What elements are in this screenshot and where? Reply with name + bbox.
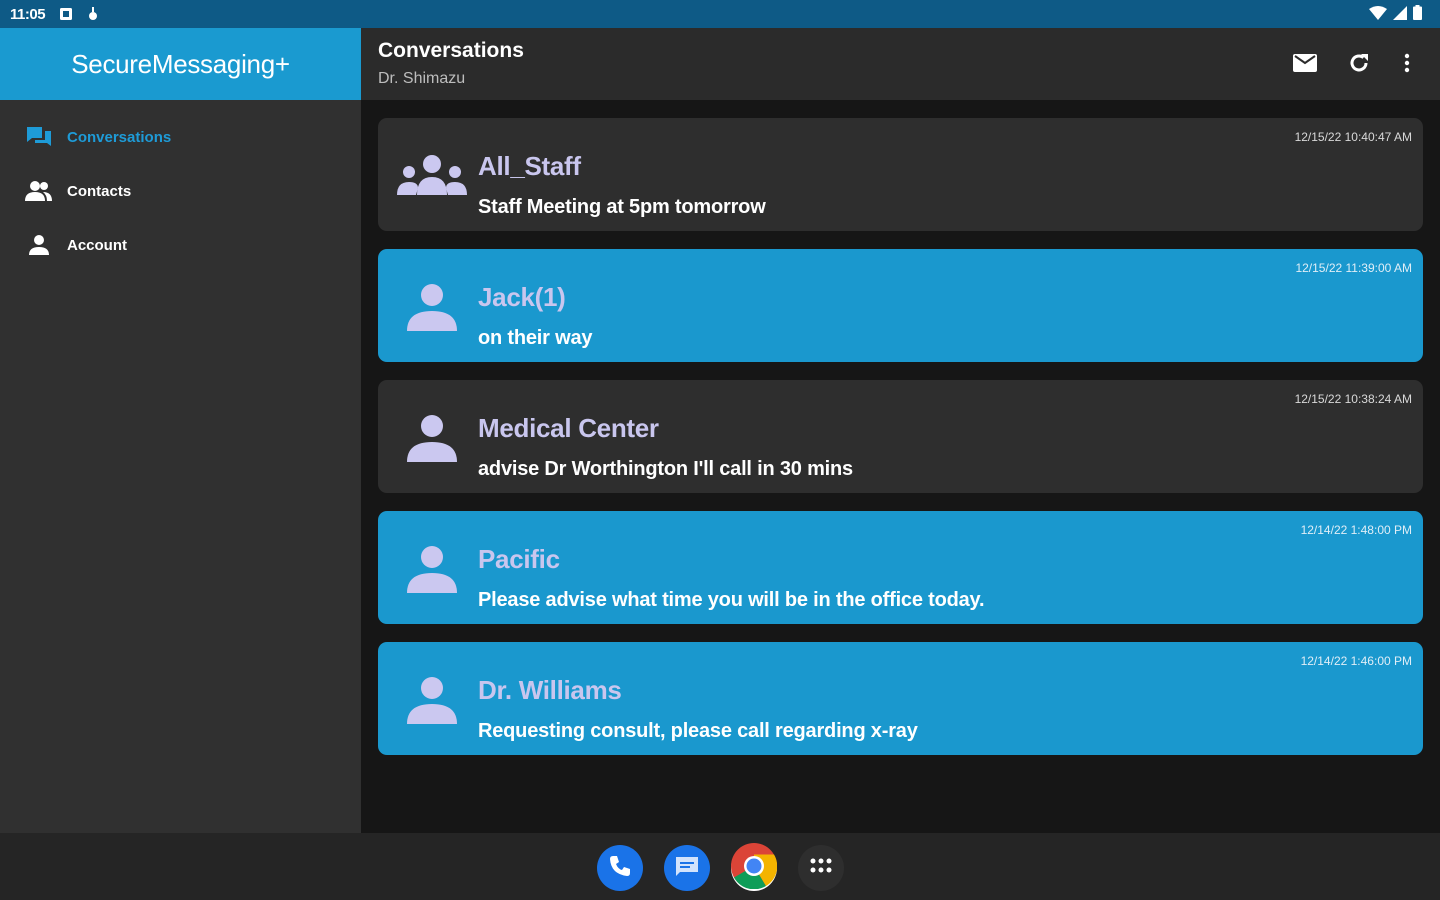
conversation-preview: Please advise what time you will be in t… <box>478 589 985 611</box>
contacts-icon <box>25 177 53 205</box>
sidebar-item-account[interactable]: Account <box>0 218 361 272</box>
conversation-timestamp: 12/15/22 10:38:24 AM <box>1294 392 1412 406</box>
phone-icon <box>608 854 632 883</box>
system-taskbar <box>0 833 1440 900</box>
conversation-name: Jack(1) <box>478 282 566 312</box>
app-drawer-button[interactable] <box>798 845 844 891</box>
chat-icon <box>25 123 53 151</box>
refresh-button[interactable] <box>1344 50 1374 80</box>
page-subtitle: Dr. Shimazu <box>378 70 466 87</box>
signal-icon <box>1393 5 1407 24</box>
more-vert-icon <box>1404 53 1410 78</box>
refresh-icon <box>1348 52 1370 79</box>
messages-app-button[interactable] <box>664 845 710 891</box>
conversation-preview: on their way <box>478 327 593 349</box>
messages-icon <box>674 854 700 883</box>
person-avatar-icon <box>396 410 468 466</box>
conversation-preview: advise Dr Worthington I'll call in 30 mi… <box>478 458 853 480</box>
person-avatar-icon <box>396 541 468 597</box>
conversation-timestamp: 12/14/22 1:48:00 PM <box>1300 523 1412 537</box>
status-time: 11:05 <box>10 6 46 23</box>
conversation-item-all-staff[interactable]: 12/15/22 10:40:47 AM All_Staff Staff Mee… <box>378 118 1423 231</box>
person-icon <box>25 231 53 259</box>
conversation-item-pacific[interactable]: 12/14/22 1:48:00 PM Pacific Please advis… <box>378 511 1423 624</box>
app-drawer-icon <box>810 858 832 879</box>
conversation-item-dr-williams[interactable]: 12/14/22 1:46:00 PM Dr. Williams Request… <box>378 642 1423 755</box>
app-title: SecureMessaging+ <box>71 48 290 79</box>
nav-list: Conversations Contacts Account <box>0 100 361 272</box>
app-bar: Conversations Dr. Shimazu <box>361 28 1440 100</box>
conversation-timestamp: 12/15/22 10:40:47 AM <box>1294 130 1412 144</box>
conversation-preview: Requesting consult, please call regardin… <box>478 720 918 742</box>
app-header: SecureMessaging+ <box>0 28 361 100</box>
sidebar-item-label: Conversations <box>67 128 172 146</box>
chrome-icon <box>731 842 778 894</box>
debug-icon <box>87 7 99 25</box>
notification-square-icon <box>60 7 72 24</box>
navigation-drawer: SecureMessaging+ Conversations Contacts … <box>0 28 361 833</box>
more-options-button[interactable] <box>1392 50 1422 80</box>
group-avatar-icon <box>396 148 468 204</box>
page-title: Conversations <box>378 39 524 62</box>
chrome-app-button[interactable] <box>731 842 778 894</box>
conversation-item-jack[interactable]: 12/15/22 11:39:00 AM Jack(1) on their wa… <box>378 249 1423 362</box>
wifi-icon <box>1369 5 1387 24</box>
conversation-list: 12/15/22 10:40:47 AM All_Staff Staff Mee… <box>378 118 1423 773</box>
app-dock <box>597 842 844 894</box>
sidebar-item-conversations[interactable]: Conversations <box>0 110 361 164</box>
conversation-name: Pacific <box>478 544 560 574</box>
compose-button[interactable] <box>1290 50 1320 80</box>
sidebar-item-label: Contacts <box>67 182 132 200</box>
phone-app-button[interactable] <box>597 845 643 891</box>
battery-icon <box>1413 5 1422 24</box>
conversation-preview: Staff Meeting at 5pm tomorrow <box>478 196 766 218</box>
conversation-timestamp: 12/14/22 1:46:00 PM <box>1300 654 1412 668</box>
conversation-item-medical-center[interactable]: 12/15/22 10:38:24 AM Medical Center advi… <box>378 380 1423 493</box>
conversation-timestamp: 12/15/22 11:39:00 AM <box>1295 261 1412 275</box>
mail-icon <box>1293 53 1317 77</box>
sidebar-item-contacts[interactable]: Contacts <box>0 164 361 218</box>
person-avatar-icon <box>396 279 468 335</box>
sidebar-item-label: Account <box>67 236 127 254</box>
status-bar: 11:05 <box>0 0 1440 28</box>
conversation-name: Dr. Williams <box>478 675 622 705</box>
person-avatar-icon <box>396 672 468 728</box>
conversation-name: Medical Center <box>478 413 659 443</box>
conversation-name: All_Staff <box>478 151 581 181</box>
